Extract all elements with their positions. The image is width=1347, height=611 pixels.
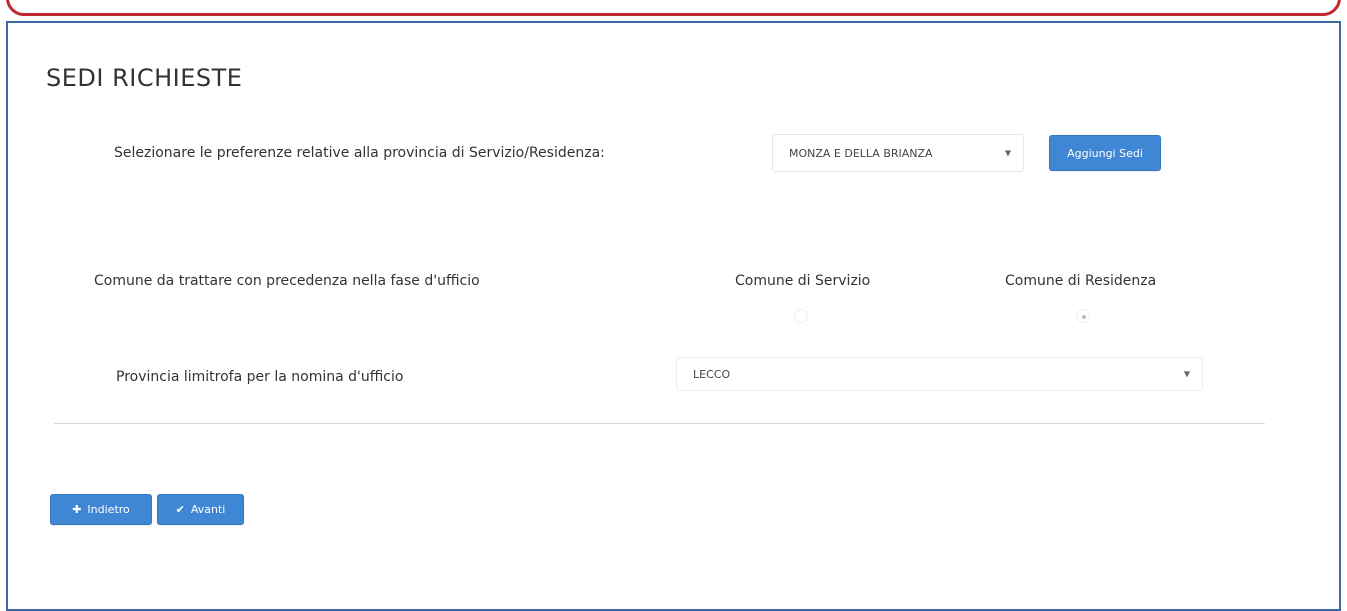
radio-selected-dot [1082, 315, 1086, 319]
next-button[interactable]: ✔ Avanti [157, 494, 244, 525]
add-sedi-button[interactable]: Aggiungi Sedi [1049, 135, 1161, 171]
section-divider [54, 423, 1265, 424]
province-select-value: MONZA E DELLA BRIANZA [789, 146, 933, 160]
chevron-down-icon: ▼ [1183, 369, 1190, 379]
section-title: SEDI RICHIESTE [46, 64, 243, 92]
radio-comune-residenza[interactable] [1076, 309, 1090, 323]
priority-label: Comune da trattare con precedenza nella … [94, 273, 480, 289]
check-icon: ✔ [175, 503, 185, 516]
back-button-label: Indietro [87, 503, 130, 516]
back-button[interactable]: ✚ Indietro [50, 494, 152, 525]
option-comune-residenza-label: Comune di Residenza [1005, 273, 1157, 289]
option-comune-servizio-label: Comune di Servizio [735, 273, 871, 289]
neighbor-province-select-value: LECCO [693, 367, 731, 381]
neighbor-province-label: Provincia limitrofa per la nomina d'uffi… [116, 369, 404, 385]
chevron-down-icon: ▼ [1004, 148, 1011, 158]
preferences-label: Selezionare le preferenze relative alla … [114, 145, 605, 161]
neighbor-province-select[interactable]: LECCO ▼ [676, 357, 1203, 391]
highlight-callout-frame [6, 0, 1341, 16]
next-button-label: Avanti [190, 503, 226, 516]
province-select[interactable]: MONZA E DELLA BRIANZA ▼ [772, 134, 1024, 172]
radio-comune-servizio[interactable] [794, 309, 808, 323]
plus-icon: ✚ [72, 503, 82, 516]
